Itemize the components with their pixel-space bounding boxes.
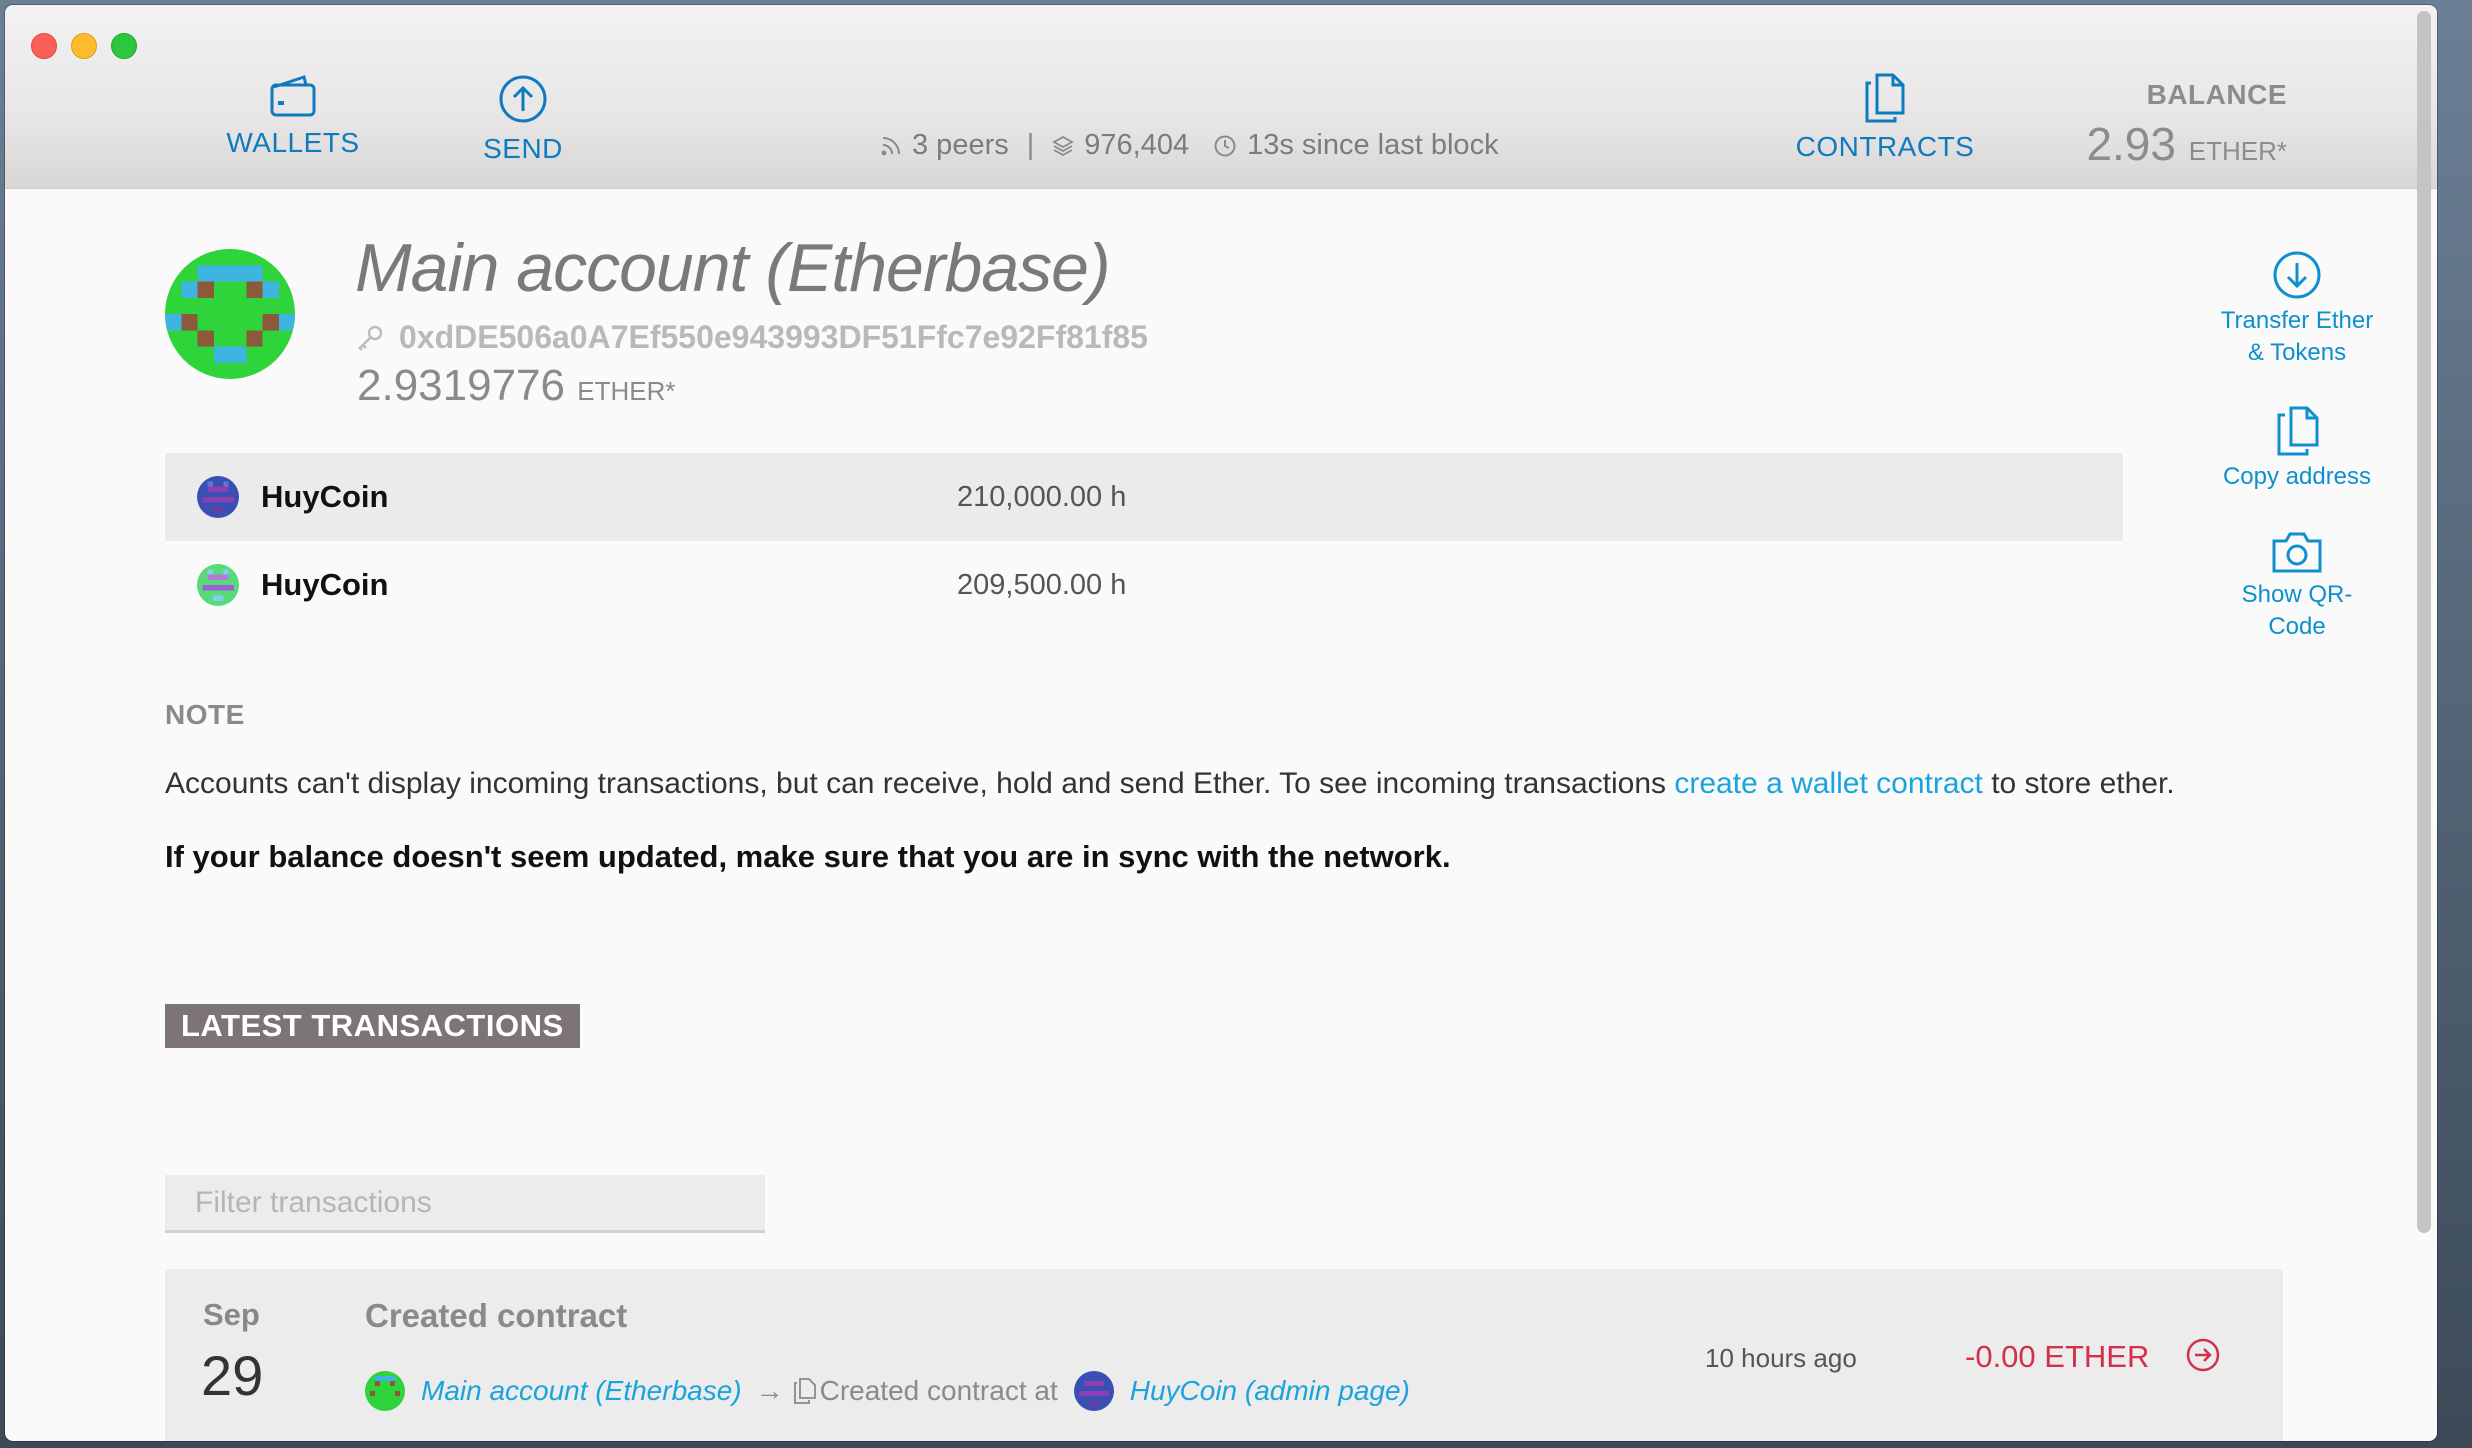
clock-icon — [1214, 135, 1236, 156]
nav-wallets[interactable]: WALLETS — [223, 73, 363, 159]
arrow-down-circle-icon — [2273, 251, 2321, 299]
balance-label: BALANCE — [2146, 79, 2287, 110]
window-close-button[interactable] — [31, 33, 57, 59]
note-text-after: to store ether. — [1982, 767, 2175, 800]
copy-icon — [2277, 406, 2319, 456]
nav-send[interactable]: SEND — [453, 73, 593, 165]
tx-to-link[interactable]: HuyCoin (admin page) — [1130, 1375, 1410, 1407]
key-icon — [358, 325, 383, 351]
block-number: 976,404 — [1084, 129, 1190, 161]
create-wallet-contract-link[interactable]: create a wallet contract — [1674, 767, 1982, 800]
token-row[interactable]: HuyCoin 210,000.00 h — [165, 453, 2123, 541]
wallet-icon — [270, 75, 316, 117]
token-icon — [197, 476, 239, 518]
tx-type: Created contract — [365, 1297, 628, 1334]
tx-to-identicon — [1073, 1371, 1114, 1411]
tx-details-button[interactable] — [2185, 1337, 2221, 1378]
account-identicon — [165, 249, 295, 379]
qr-label: Show QR-Code — [2241, 581, 2353, 640]
account-actions: Transfer Ether & Tokens Copy address Sho… — [2217, 249, 2377, 679]
tx-amount: -0.00 ETHER — [1965, 1339, 2150, 1374]
account-address-row[interactable]: 0xdDE506a0A7Ef550e943993DF51Ffc7e92Ff81f… — [355, 319, 1148, 356]
arrow-right-circle-icon — [2186, 1338, 2220, 1372]
account-balance: 2.9319776 ETHER* — [357, 361, 675, 411]
token-list: HuyCoin 210,000.00 h HuyCoin 209,500.00 … — [165, 453, 2123, 629]
transfer-button[interactable]: Transfer Ether & Tokens — [2217, 249, 2377, 369]
window-minimize-button[interactable] — [71, 33, 97, 59]
signal-icon — [881, 136, 900, 155]
nav-contracts[interactable]: CONTRACTS — [1795, 73, 1975, 163]
arrow-up-circle-icon — [499, 75, 547, 123]
account-balance-unit: ETHER* — [577, 376, 676, 406]
nav-wallets-label: WALLETS — [226, 127, 360, 158]
sync-warning: If your balance doesn't seem updated, ma… — [165, 839, 1451, 874]
top-bar: WALLETS SEND 3 peers | 976,404 13s since… — [5, 5, 2437, 189]
qr-code-button[interactable]: Show QR-Code — [2217, 529, 2377, 643]
layers-icon — [1052, 135, 1075, 156]
camera-icon — [2272, 532, 2322, 573]
account-address[interactable]: 0xdDE506a0A7Ef550e943993DF51Ffc7e92Ff81f… — [399, 319, 1148, 356]
token-balance: 209,500.00 h — [957, 568, 1127, 601]
nav-contracts-label: CONTRACTS — [1795, 131, 1975, 162]
time-since-block: 13s since last block — [1247, 129, 1499, 161]
tx-arrow: → — [755, 1375, 784, 1406]
tx-from-identicon — [365, 1371, 405, 1411]
balance-unit: ETHER* — [2188, 136, 2287, 166]
nav-send-label: SEND — [483, 133, 563, 164]
copy-address-button[interactable]: Copy address — [2217, 405, 2377, 493]
copy-label: Copy address — [2222, 463, 2372, 490]
note-text: Accounts can't display incoming transact… — [165, 767, 2175, 801]
peers-count: 3 peers — [912, 129, 1009, 161]
transfer-label: Transfer Ether & Tokens — [2220, 307, 2374, 366]
tx-month: Sep — [203, 1297, 260, 1332]
account-name: Main account (Etherbase) — [355, 230, 1111, 306]
transaction-row[interactable]: Sep 29 Created contract Main account (Et… — [165, 1269, 2283, 1441]
total-balance: BALANCE 2.93 ETHER* — [2086, 79, 2287, 171]
status-divider: | — [1026, 129, 1035, 161]
token-icon — [197, 564, 239, 606]
scrollbar[interactable] — [2417, 11, 2431, 1233]
tx-details: Main account (Etherbase) → Created contr… — [365, 1371, 1410, 1411]
account-balance-value: 2.9319776 — [357, 361, 565, 410]
token-row[interactable]: HuyCoin 209,500.00 h — [165, 541, 2123, 629]
window-maximize-button[interactable] — [111, 33, 137, 59]
tx-time: 10 hours ago — [1705, 1343, 1857, 1373]
latest-transactions-heading: LATEST TRANSACTIONS — [165, 1004, 580, 1048]
document-icon — [793, 1378, 816, 1404]
note-heading: NOTE — [165, 699, 245, 730]
account-page: Main account (Etherbase) 0xdDE506a0A7Ef5… — [5, 189, 2437, 1441]
tx-action: Created contract at — [819, 1375, 1058, 1406]
note-text-before: Accounts can't display incoming transact… — [165, 767, 1675, 800]
tx-day: 29 — [201, 1344, 264, 1407]
filter-transactions-input[interactable] — [165, 1175, 765, 1233]
document-icon — [1865, 73, 1905, 123]
token-balance: 210,000.00 h — [957, 480, 1127, 513]
app-window: WALLETS SEND 3 peers | 976,404 13s since… — [5, 5, 2437, 1441]
network-status: 3 peers | 976,404 13s since last block — [880, 129, 1499, 162]
token-name: HuyCoin — [261, 567, 389, 602]
token-name: HuyCoin — [261, 479, 389, 514]
balance-value: 2.93 — [2086, 118, 2176, 170]
tx-from-link[interactable]: Main account (Etherbase) — [421, 1375, 742, 1407]
balance-value-wrap: 2.93 ETHER* — [2086, 117, 2287, 171]
